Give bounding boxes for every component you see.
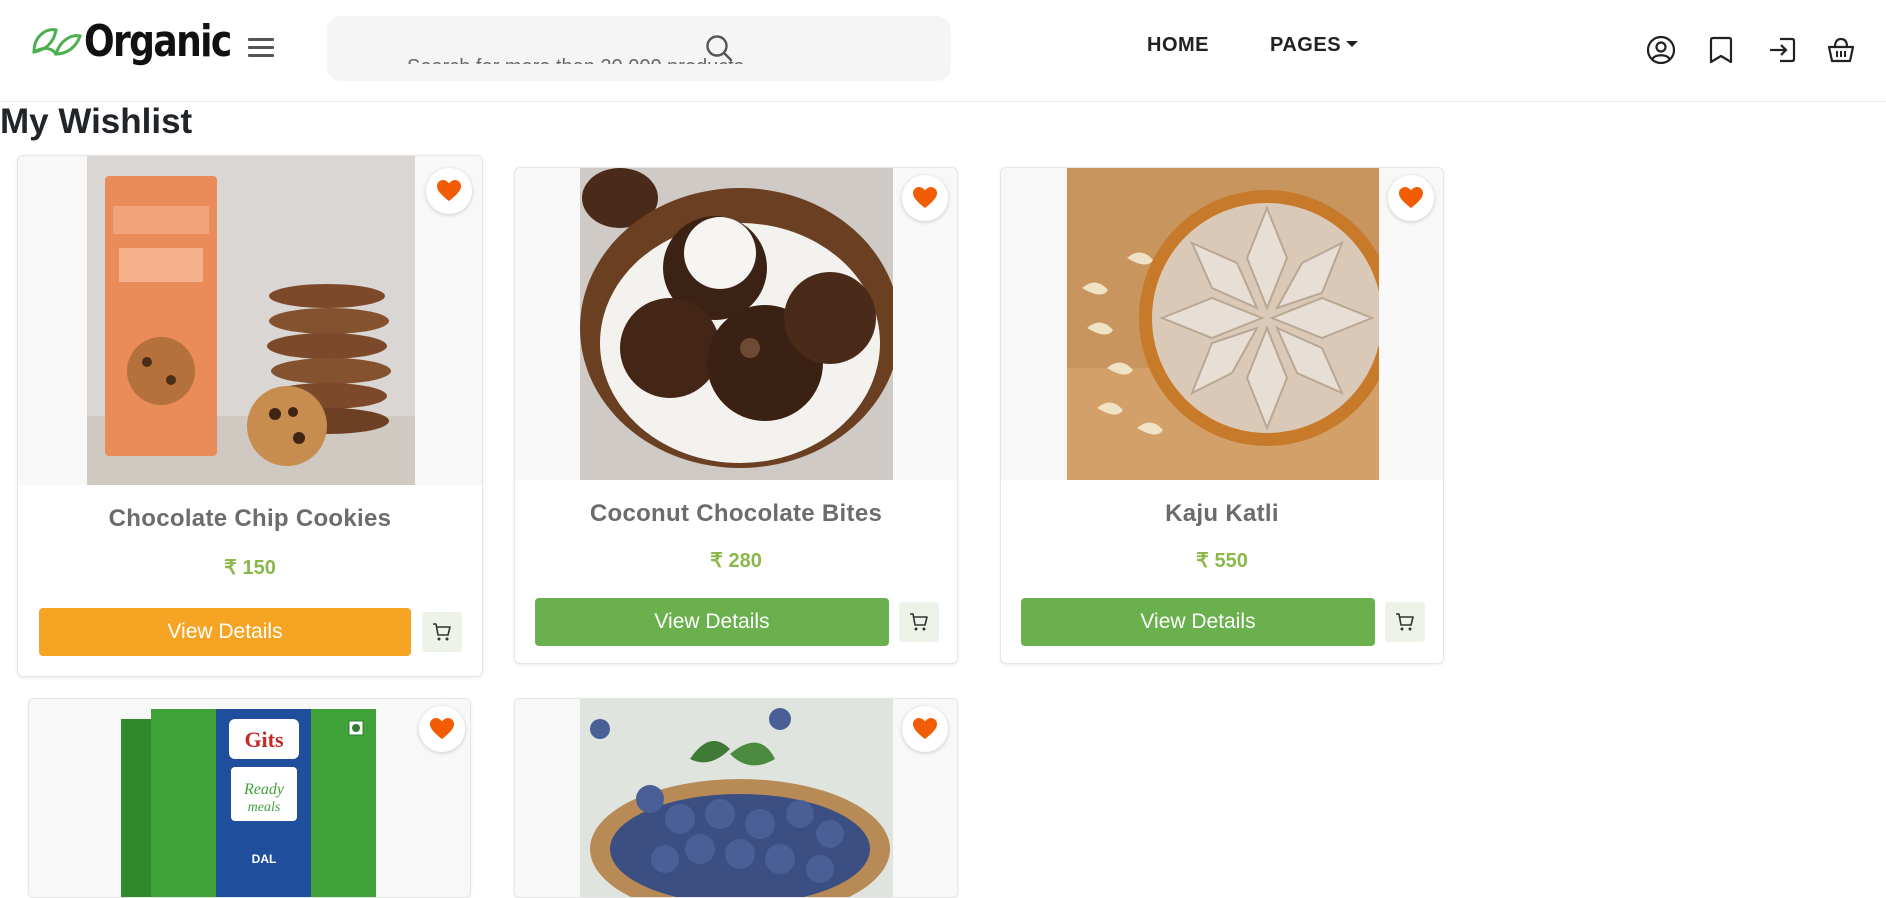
svg-text:Ready: Ready (243, 781, 285, 798)
menu-toggle-icon[interactable] (248, 38, 274, 58)
svg-text:meals: meals (248, 800, 281, 815)
site-header: Organic HOME PAGES (0, 0, 1886, 102)
cart-icon (433, 623, 451, 641)
heart-icon (1399, 187, 1423, 208)
brand-logo[interactable]: Organic (30, 20, 263, 64)
leaf-icon (32, 28, 82, 56)
caret-down-icon (1346, 40, 1359, 47)
search-bar (327, 16, 987, 81)
brand-name: Organic (84, 16, 232, 67)
wishlist-card: Gits Ready meals DAL (28, 698, 471, 898)
product-image-cookies[interactable] (87, 156, 415, 485)
wishlist-card: Kaju Katli ₹ 550 View Details (1000, 167, 1444, 664)
product-image-kaju-katli[interactable] (1067, 168, 1379, 480)
wishlist-card (514, 698, 958, 898)
product-price: ₹ 550 (1196, 550, 1248, 572)
heart-icon (437, 180, 461, 201)
add-to-cart-button[interactable] (899, 602, 939, 642)
user-icon[interactable] (1645, 34, 1677, 66)
product-image-blueberries[interactable] (580, 699, 893, 898)
product-name: Kaju Katli (1165, 500, 1279, 527)
basket-icon[interactable] (1825, 34, 1857, 66)
nav-pages-label: PAGES (1270, 34, 1342, 56)
svg-text:Gits: Gits (244, 727, 284, 752)
add-to-cart-button[interactable] (422, 612, 462, 652)
cart-icon (1396, 613, 1414, 631)
wishlist-card: Chocolate Chip Cookies ₹ 150 View Detail… (17, 155, 483, 677)
search-input[interactable] (407, 52, 987, 64)
search-icon[interactable] (704, 33, 734, 63)
product-image-gits-dal[interactable]: Gits Ready meals DAL (121, 699, 381, 898)
wishlist-card: Coconut Chocolate Bites ₹ 280 View Detai… (514, 167, 958, 664)
add-to-cart-button[interactable] (1385, 602, 1425, 642)
bookmark-icon[interactable] (1705, 34, 1737, 66)
product-price: ₹ 150 (224, 557, 276, 579)
product-image-coconut-bites[interactable] (580, 168, 893, 480)
page-title: My Wishlist (0, 102, 193, 141)
wishlist-heart-button[interactable] (426, 168, 472, 214)
login-icon[interactable] (1766, 34, 1798, 66)
product-name: Coconut Chocolate Bites (589, 500, 883, 527)
heart-icon (913, 718, 937, 739)
view-details-button[interactable]: View Details (39, 608, 411, 656)
svg-text:DAL: DAL (252, 852, 277, 866)
cart-icon (910, 613, 928, 631)
nav-pages-dropdown[interactable]: PAGES (1270, 34, 1359, 57)
wishlist-heart-button[interactable] (419, 706, 465, 752)
product-price: ₹ 280 (710, 550, 762, 572)
wishlist-heart-button[interactable] (902, 175, 948, 221)
heart-icon (430, 718, 454, 739)
view-details-button[interactable]: View Details (1021, 598, 1375, 646)
nav-home-link[interactable]: HOME (1147, 34, 1209, 57)
heart-icon (913, 187, 937, 208)
view-details-button[interactable]: View Details (535, 598, 889, 646)
wishlist-heart-button[interactable] (1388, 175, 1434, 221)
wishlist-heart-button[interactable] (902, 706, 948, 752)
product-name: Chocolate Chip Cookies (108, 505, 392, 532)
